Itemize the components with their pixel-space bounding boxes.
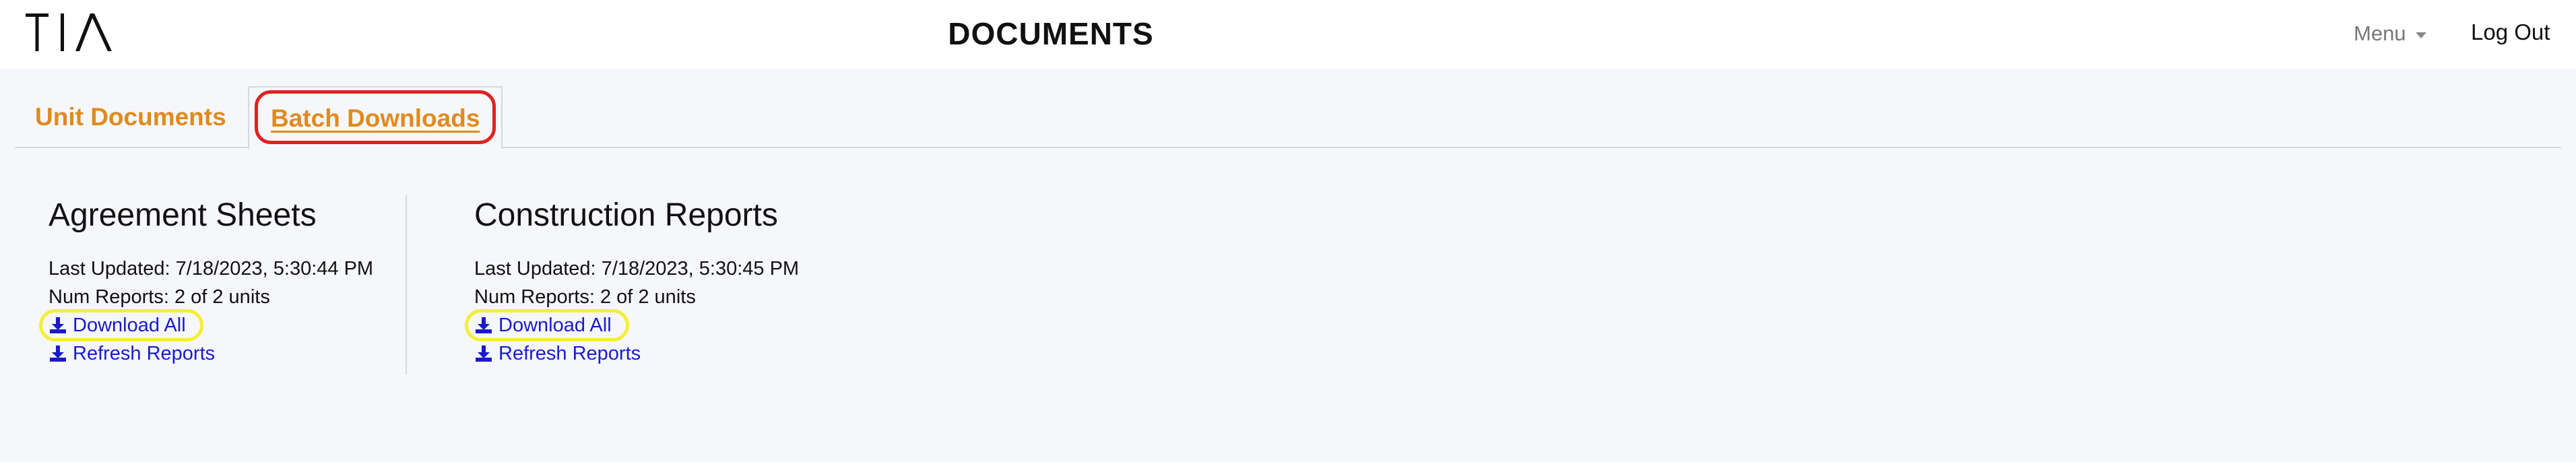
last-updated: Last Updated: 7/18/2023, 5:30:44 PM — [49, 258, 374, 279]
agreement-sheets-section: Agreement Sheets Last Updated: 7/18/2023… — [39, 195, 406, 368]
tab-batch-downloads-label: Batch Downloads — [271, 104, 480, 132]
download-all-label: Download All — [73, 315, 186, 336]
download-all-label: Download All — [498, 315, 612, 336]
menu-label: Menu — [2354, 22, 2406, 45]
num-reports: Num Reports: 2 of 2 units — [474, 286, 696, 308]
section-title: Agreement Sheets — [49, 197, 317, 233]
download-icon — [50, 345, 66, 362]
section-divider — [406, 195, 407, 374]
download-icon — [476, 345, 492, 362]
refresh-reports-label: Refresh Reports — [73, 343, 216, 364]
caret-down-icon — [2415, 32, 2426, 38]
last-updated: Last Updated: 7/18/2023, 5:30:45 PM — [474, 258, 800, 279]
tab-batch-downloads[interactable]: Batch Downloads — [248, 86, 503, 150]
tab-unit-documents[interactable]: Unit Documents — [35, 86, 226, 148]
num-reports: Num Reports: 2 of 2 units — [49, 286, 270, 308]
download-icon — [50, 317, 66, 333]
logout-link[interactable]: Log Out — [2471, 19, 2550, 46]
refresh-reports-label: Refresh Reports — [498, 343, 641, 364]
refresh-reports-link[interactable]: Refresh Reports — [49, 339, 215, 368]
download-all-link[interactable]: Download All — [39, 309, 203, 341]
menu-dropdown[interactable]: Menu — [2354, 20, 2426, 47]
app-header: DOCUMENTS Menu Log Out — [0, 0, 2576, 69]
refresh-reports-link[interactable]: Refresh Reports — [474, 339, 641, 368]
tab-bar: Unit Documents Batch Downloads — [15, 86, 2561, 150]
download-all-link[interactable]: Download All — [465, 309, 629, 341]
download-icon — [476, 317, 492, 333]
page-title: DOCUMENTS — [948, 16, 1154, 51]
construction-reports-section: Construction Reports Last Updated: 7/18/… — [465, 195, 946, 368]
section-title: Construction Reports — [474, 197, 778, 233]
